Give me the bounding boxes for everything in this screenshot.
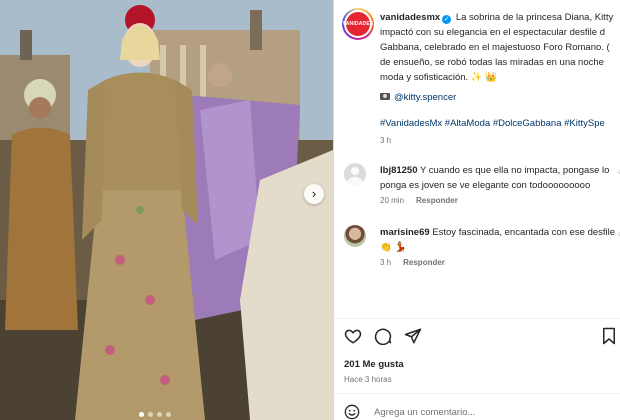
comment-icon[interactable] — [374, 327, 392, 345]
carousel-dot-active — [139, 412, 144, 417]
caption-line: impactó con su elegancia en el espectacu… — [380, 27, 605, 38]
comment-time[interactable]: 20 min — [380, 196, 404, 205]
commenter-avatar[interactable] — [344, 225, 366, 247]
comment-text: lbj81250 Y cuando es que ella no impacta… — [380, 163, 609, 193]
caption-line: de ensueño, se robó todas las miradas en… — [380, 57, 604, 68]
runway-photo — [0, 0, 333, 420]
post-actions — [344, 327, 422, 345]
comment-item: lbj81250 Y cuando es que ella no impacta… — [342, 163, 620, 213]
carousel-next-button[interactable]: › — [304, 184, 324, 204]
comment-box-divider — [334, 393, 620, 394]
carousel-dot — [148, 412, 153, 417]
carousel-dot — [166, 412, 171, 417]
likes-count[interactable]: 201 Me gusta — [344, 359, 404, 370]
comment-line: marisine69 Estoy fascinada, encantada co… — [380, 225, 615, 240]
reply-button[interactable]: Responder — [416, 196, 458, 205]
author-username[interactable]: vanidadesmx — [380, 12, 440, 23]
caption-text: La sobrina de la princesa Diana, Kitty — [455, 12, 614, 23]
caption-line: Gabbana, celebrado en el majestuoso Foro… — [380, 42, 610, 53]
carousel-dots — [139, 412, 171, 417]
comment-body: Y cuando es que ella no impacta, pongase… — [419, 165, 610, 176]
author-avatar[interactable]: VANIDADES — [342, 8, 374, 40]
verified-badge-icon: ✓ — [442, 15, 452, 24]
camera-icon — [380, 93, 390, 100]
post-time-ago[interactable]: Hace 3 horas — [344, 375, 392, 384]
commenter-avatar[interactable] — [344, 163, 366, 185]
caption-line: vanidadesmx ✓ La sobrina de la princesa D… — [380, 10, 620, 25]
comment-line: 👏 💃 — [380, 242, 407, 253]
brand-logo: VANIDADES — [343, 12, 373, 36]
comment-line: ponga es joven se ve elegante con todooo… — [380, 180, 591, 191]
photo-credit: @kitty.spencer — [380, 92, 456, 103]
comment-item: marisine69 Estoy fascinada, encantada co… — [342, 225, 620, 275]
carousel-dot — [157, 412, 162, 417]
add-comment-bar — [344, 404, 594, 420]
comment-time[interactable]: 3 h — [380, 258, 391, 267]
heart-icon[interactable] — [344, 327, 362, 345]
comment-text: marisine69 Estoy fascinada, encantada co… — [380, 225, 615, 255]
post-caption: vanidadesmx ✓ La sobrina de la princesa D… — [380, 10, 620, 85]
hashtags[interactable]: #VanidadesMx #AltaModa #DolceGabbana #Ki… — [380, 118, 605, 129]
share-icon[interactable] — [404, 327, 422, 345]
comment-meta: 3 h Responder — [380, 258, 445, 267]
comment-line: lbj81250 Y cuando es que ella no impacta… — [380, 163, 609, 178]
comment-input[interactable] — [374, 406, 594, 418]
commenter-username[interactable]: marisine69 — [380, 227, 430, 238]
bookmark-icon[interactable] — [600, 327, 618, 345]
commenter-username[interactable]: lbj81250 — [380, 165, 418, 176]
avatar-ring: VANIDADES — [343, 10, 373, 38]
post-details-panel: VANIDADES vanidadesmx ✓ La sobrina de la … — [334, 0, 620, 420]
comment-meta: 20 min Responder — [380, 196, 458, 205]
caption-line: moda y sofisticación. ✨ 👑 — [380, 72, 498, 83]
comment-body: Estoy fascinada, encantada con ese desfi… — [432, 227, 616, 238]
caption-timestamp[interactable]: 3 h — [380, 136, 391, 145]
actions-divider — [334, 318, 620, 319]
emoji-icon[interactable] — [344, 404, 360, 420]
post-image[interactable]: › — [0, 0, 333, 420]
reply-button[interactable]: Responder — [403, 258, 445, 267]
photo-credit-mention[interactable]: @kitty.spencer — [394, 92, 456, 103]
